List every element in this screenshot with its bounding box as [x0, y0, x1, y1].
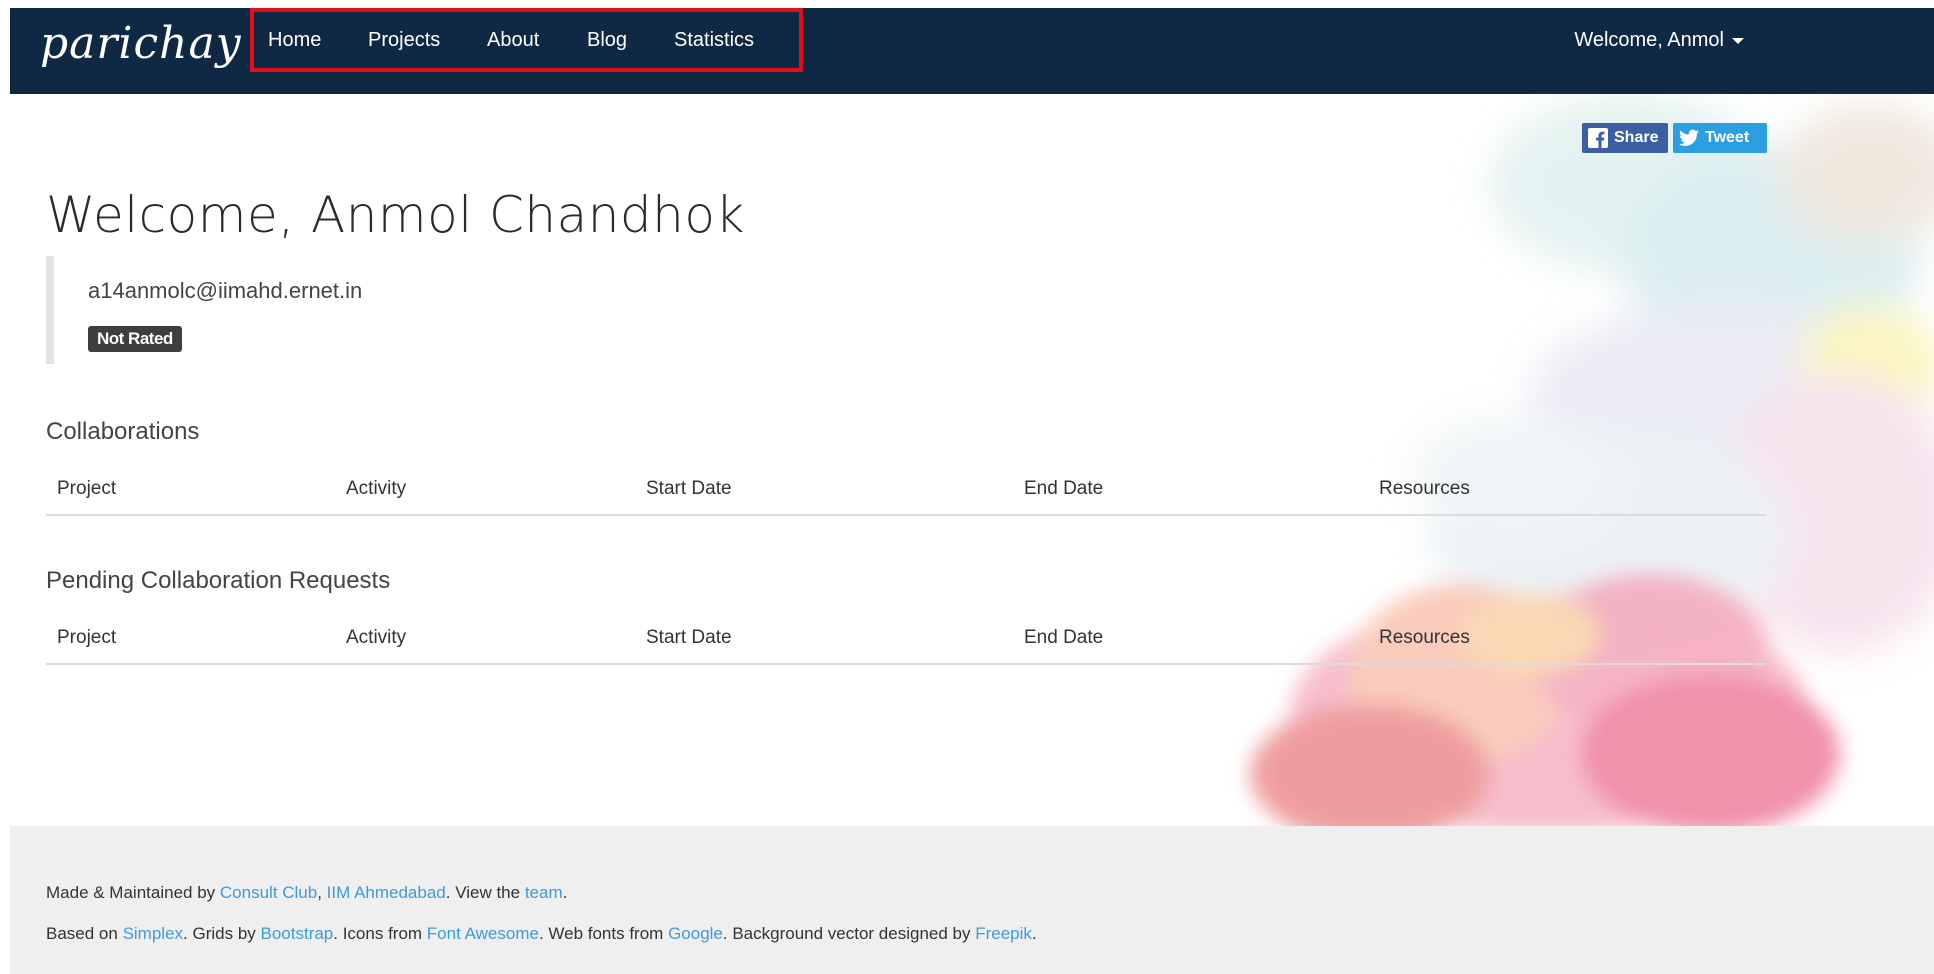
- nav-home[interactable]: Home: [268, 29, 321, 52]
- iim-ahmedabad-link[interactable]: IIM Ahmedabad: [327, 883, 446, 902]
- page: parichay Home Projects About Blog Statis…: [10, 8, 1934, 974]
- footer-attributions: Based on Simplex. Grids by Bootstrap. Ic…: [46, 924, 1037, 944]
- column-header-resources: Resources: [1379, 478, 1470, 499]
- column-header-end-date: End Date: [1024, 627, 1104, 648]
- footer-credits: Made & Maintained by Consult Club, IIM A…: [46, 883, 567, 903]
- google-link[interactable]: Google: [668, 924, 723, 943]
- footer-text: Based on: [46, 924, 123, 943]
- nav-projects[interactable]: Projects: [368, 29, 440, 52]
- simplex-link[interactable]: Simplex: [123, 924, 183, 943]
- collaborations-table-header: Project Activity Start Date End Date Res…: [46, 468, 1766, 516]
- column-header-activity: Activity: [346, 627, 407, 648]
- profile-blockquote: a14anmolc@iimahd.ernet.in Not Rated: [46, 256, 446, 364]
- brand-logo[interactable]: parichay: [40, 18, 242, 69]
- pending-requests-table-header: Project Activity Start Date End Date Res…: [46, 617, 1766, 665]
- user-menu-label: Welcome, Anmol: [1574, 29, 1724, 51]
- column-header-project: Project: [57, 478, 117, 499]
- freepik-link[interactable]: Freepik: [975, 924, 1032, 943]
- caret-down-icon: [1732, 37, 1744, 44]
- bootstrap-link[interactable]: Bootstrap: [261, 924, 334, 943]
- footer-text: ,: [317, 883, 327, 902]
- footer-text: .: [1031, 924, 1037, 943]
- footer-text: .: [562, 883, 568, 902]
- column-header-start-date: Start Date: [646, 478, 732, 499]
- footer-text: Made & Maintained by: [46, 883, 220, 902]
- navbar: parichay Home Projects About Blog Statis…: [10, 8, 1934, 94]
- user-menu-dropdown[interactable]: Welcome, Anmol: [1574, 29, 1744, 52]
- facebook-share-button[interactable]: Share: [1582, 123, 1668, 153]
- facebook-icon: [1588, 128, 1608, 148]
- footer-text: . Web fonts from: [538, 924, 669, 943]
- footer-text: . Grids by: [183, 924, 261, 943]
- footer: Made & Maintained by Consult Club, IIM A…: [10, 826, 1934, 974]
- column-header-resources: Resources: [1379, 627, 1470, 648]
- page-title: Welcome, Anmol Chandhok: [46, 186, 745, 244]
- user-email: a14anmolc@iimahd.ernet.in: [88, 278, 363, 303]
- column-header-activity: Activity: [346, 478, 407, 499]
- twitter-icon: [1679, 129, 1699, 146]
- pending-requests-heading: Pending Collaboration Requests: [46, 567, 391, 594]
- footer-text: . View the: [445, 883, 525, 902]
- column-header-end-date: End Date: [1024, 478, 1104, 499]
- footer-text: . Background vector designed by: [722, 924, 976, 943]
- collaborations-heading: Collaborations: [46, 418, 200, 445]
- nav-statistics[interactable]: Statistics: [674, 29, 754, 52]
- twitter-tweet-button[interactable]: Tweet: [1673, 123, 1767, 153]
- team-link[interactable]: team: [525, 883, 563, 902]
- column-header-start-date: Start Date: [646, 627, 732, 648]
- font-awesome-link[interactable]: Font Awesome: [427, 924, 539, 943]
- nav-about[interactable]: About: [487, 29, 539, 52]
- facebook-share-label: Share: [1614, 129, 1659, 146]
- nav-blog[interactable]: Blog: [587, 29, 627, 52]
- consult-club-link[interactable]: Consult Club: [220, 883, 317, 902]
- footer-text: . Icons from: [333, 924, 427, 943]
- column-header-project: Project: [57, 627, 117, 648]
- rating-badge: Not Rated: [88, 326, 182, 352]
- twitter-tweet-label: Tweet: [1705, 129, 1750, 146]
